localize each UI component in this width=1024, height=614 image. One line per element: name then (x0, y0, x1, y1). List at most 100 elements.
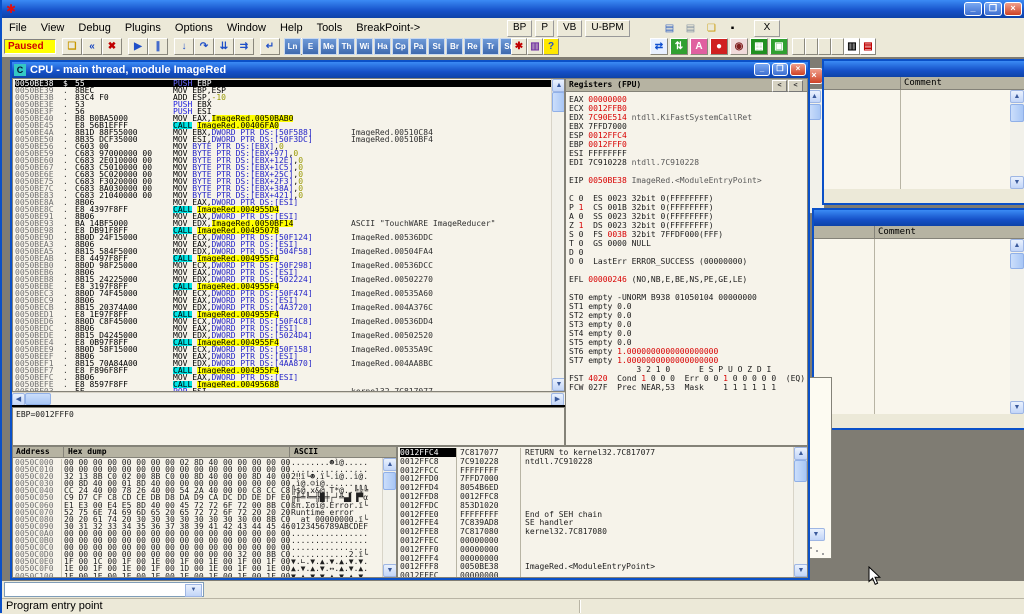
stack-row[interactable]: 0012FFE47C839AD8SE handler (400, 518, 792, 527)
register-line[interactable] (569, 167, 805, 176)
spare-button[interactable] (818, 38, 831, 55)
disasm-row[interactable]: 0050BEBE.E8 3197F8FFCALL ImageRed.004955… (15, 283, 551, 290)
console-icon[interactable]: ▪ (723, 20, 742, 37)
disasm-row[interactable]: 0050BE38$55PUSH EBP (15, 80, 551, 87)
register-line[interactable] (569, 185, 805, 194)
compare-icon[interactable]: ⇅ (670, 38, 688, 55)
disasm-row[interactable]: 0050BE83.C683 21040000 00MOV BYTE PTR DS… (15, 192, 551, 199)
disasm-row[interactable]: 0050BED1.E8 1E97F8FFCALL ImageRed.004955… (15, 311, 551, 318)
column-header-row[interactable]: Comment (824, 77, 1024, 90)
window-button-pa[interactable]: Pa (410, 38, 427, 55)
disasm-row[interactable]: 0050BEEF.8B06MOV EAX,DWORD PTR DS:[ESI] (15, 353, 551, 360)
stack-row[interactable]: 0012FFD80012FFC8 (400, 492, 792, 501)
disasm-row[interactable]: 0050BEE9.8B0D 58F15000MOV ECX,DWORD PTR … (15, 346, 551, 353)
disasm-row[interactable]: 0050BE59.C683 97000000 00MOV BYTE PTR DS… (15, 150, 551, 157)
options-button[interactable]: ✱ (511, 38, 527, 55)
side-window-top-scrollbar[interactable]: ▲ ▼ (1010, 90, 1024, 189)
register-line[interactable]: ST7 empty 1.0000000000000000000 (569, 356, 805, 365)
comment-column-header[interactable]: Comment (900, 77, 942, 90)
restore-button[interactable]: ❐ (984, 2, 1002, 16)
animate-into-button[interactable]: ⇊ (214, 38, 234, 55)
window-button-e[interactable]: E (302, 38, 319, 55)
register-line[interactable]: ESI FFFFFFFF (569, 149, 805, 158)
dump-row[interactable]: 0050C1001F 00 1E 00 1F 00 1F 00 1E 00 1F… (15, 573, 383, 579)
disasm-row[interactable]: 0050BEC3.8B0D 74F45000MOV ECX,DWORD PTR … (15, 290, 551, 297)
register-line[interactable]: ST3 empty 0.0 (569, 320, 805, 329)
menu-item-help[interactable]: Help (273, 20, 310, 36)
register-line[interactable]: FST 4020 Cond 1 0 0 0 Err 0 0 1 0 0 0 0 … (569, 374, 805, 383)
stack-row[interactable]: 0012FFF000000000 (400, 545, 792, 554)
stack-row[interactable]: 0012FFC87C910228ntdll.7C910228 (400, 457, 792, 466)
run-button[interactable]: ▶ (128, 38, 148, 55)
menu-button-p[interactable]: P (535, 20, 554, 37)
disasm-row[interactable]: 0050BEB0.8B0D 98F25000MOV ECX,DWORD PTR … (15, 262, 551, 269)
next-registers-button[interactable]: < (788, 80, 803, 92)
disasm-row[interactable]: 0050BE60.C683 2E010000 00MOV BYTE PTR DS… (15, 157, 551, 164)
register-line[interactable]: ST0 empty -UNORM B938 01050104 00000000 (569, 293, 805, 302)
disasm-row[interactable]: 0050BE4A.8B1D 88F55000MOV EBX,DWORD PTR … (15, 129, 551, 136)
register-line[interactable] (569, 284, 805, 293)
info-pane[interactable]: EBP=0012FFF0 (12, 407, 565, 446)
register-line[interactable]: 3 2 1 0 E S P U O Z D I (569, 365, 805, 374)
stack-row[interactable]: 0012FFEC00000000 (400, 536, 792, 545)
help-button[interactable]: ? (543, 38, 559, 55)
assemble-icon[interactable]: A (690, 38, 708, 55)
stack-row[interactable]: 0012FFD48054B6ED (400, 483, 792, 492)
dump-header-hex[interactable]: Hex dump (63, 447, 107, 457)
menu-button-vb[interactable]: VB (557, 20, 582, 37)
dump-header-address[interactable]: Address (16, 447, 50, 457)
spare-button[interactable] (805, 38, 818, 55)
menu-item-debug[interactable]: Debug (71, 20, 117, 36)
register-line[interactable]: EAX 00000000 (569, 95, 805, 104)
disasm-row[interactable]: 0050BE67.C683 C5010000 00MOV BYTE PTR DS… (15, 164, 551, 171)
prev-registers-button[interactable]: < (772, 80, 787, 92)
notes-icon[interactable]: ▤ (660, 20, 679, 37)
disasm-row[interactable]: 0050BE39.8BECMOV EBP,ESP (15, 87, 551, 94)
window-button-th[interactable]: Th (338, 38, 355, 55)
window-button-re[interactable]: Re (464, 38, 481, 55)
stack-pane[interactable]: 0012FFC47C817077RETURN to kernel32.7C817… (397, 446, 808, 578)
stack-row[interactable]: 0012FFD07FFD7000 (400, 474, 792, 483)
side-window-top-titlebar[interactable]: _ □ × (824, 61, 1024, 77)
spiral-icon[interactable]: ◉ (730, 38, 748, 55)
stack-row[interactable]: 0012FFF80050BE38ImageRed.<ModuleEntryPoi… (400, 562, 792, 571)
disasm-row[interactable]: 0050BE3F.56PUSH ESI (15, 108, 551, 115)
disasm-row[interactable]: 0050BE93.BA 14BF5000MOV EDX,ImageRed.005… (15, 220, 551, 227)
appearance-button[interactable]: ▥ (527, 38, 543, 55)
disassembly-vscrollbar[interactable]: ▲ ▼ (551, 79, 565, 391)
window-button-wi[interactable]: Wi (356, 38, 373, 55)
side-window-bottom-scrollbar[interactable]: ▲ ▼ (1010, 239, 1024, 414)
cpu-titlebar[interactable]: C CPU - main thread, module ImageRed _ ❐… (12, 62, 808, 78)
menu-item-window[interactable]: Window (220, 20, 273, 36)
menu-item-tools[interactable]: Tools (310, 20, 350, 36)
swap-icon[interactable]: ⇄ (650, 38, 668, 55)
disasm-row[interactable]: 0050BEF7.E8 F896F8FFCALL ImageRed.004955… (15, 367, 551, 374)
disasm-row[interactable]: 0050BED6.8B0D C8F45000MOV ECX,DWORD PTR … (15, 318, 551, 325)
window-button-st[interactable]: St (428, 38, 445, 55)
register-line[interactable]: ST5 empty 0.0 (569, 338, 805, 347)
restart-button[interactable]: « (82, 38, 102, 55)
disasm-row[interactable]: 0050BEFC.8B06MOV EAX,DWORD PTR DS:[ESI] (15, 374, 551, 381)
register-line[interactable]: ST4 empty 0.0 (569, 329, 805, 338)
menu-item-plugins[interactable]: Plugins (118, 20, 168, 36)
side-window-top[interactable]: _ □ × Comment ▲ ▼ (822, 59, 1024, 205)
panel-layout-icon[interactable]: ▥ (844, 38, 860, 55)
window-button-tr[interactable]: Tr (482, 38, 499, 55)
dump-vscrollbar[interactable]: ▲ ▼ (382, 458, 396, 577)
window-button-ln[interactable]: Ln (284, 38, 301, 55)
cpu-window[interactable]: C CPU - main thread, module ImageRed _ ❐… (10, 60, 810, 580)
stack-row[interactable]: 0012FFDC853D1020 (400, 501, 792, 510)
menu-button-u-bpm[interactable]: U-BPM (585, 20, 629, 37)
register-line[interactable]: D 0 (569, 248, 805, 257)
pause-button[interactable]: ∥ (148, 38, 168, 55)
animate-over-button[interactable]: ⇉ (234, 38, 254, 55)
register-line[interactable]: EDX 7C90E514 ntdll.KiFastSystemCallRet (569, 113, 805, 122)
register-line[interactable]: FCW 027F Prec NEAR,53 Mask 1 1 1 1 1 1 (569, 383, 805, 392)
titlebar[interactable]: ✱ _ ❐ × (2, 0, 1024, 18)
window-icon[interactable]: ▣ (770, 38, 788, 55)
register-line[interactable] (569, 266, 805, 275)
menu-item-view[interactable]: View (34, 20, 72, 36)
stack-row[interactable]: 0012FFFC00000000 (400, 571, 792, 578)
stack-row[interactable]: 0012FFE0FFFFFFFFEnd of SEH chain (400, 510, 792, 519)
stack-row[interactable]: 0012FFC47C817077RETURN to kernel32.7C817… (400, 448, 792, 457)
